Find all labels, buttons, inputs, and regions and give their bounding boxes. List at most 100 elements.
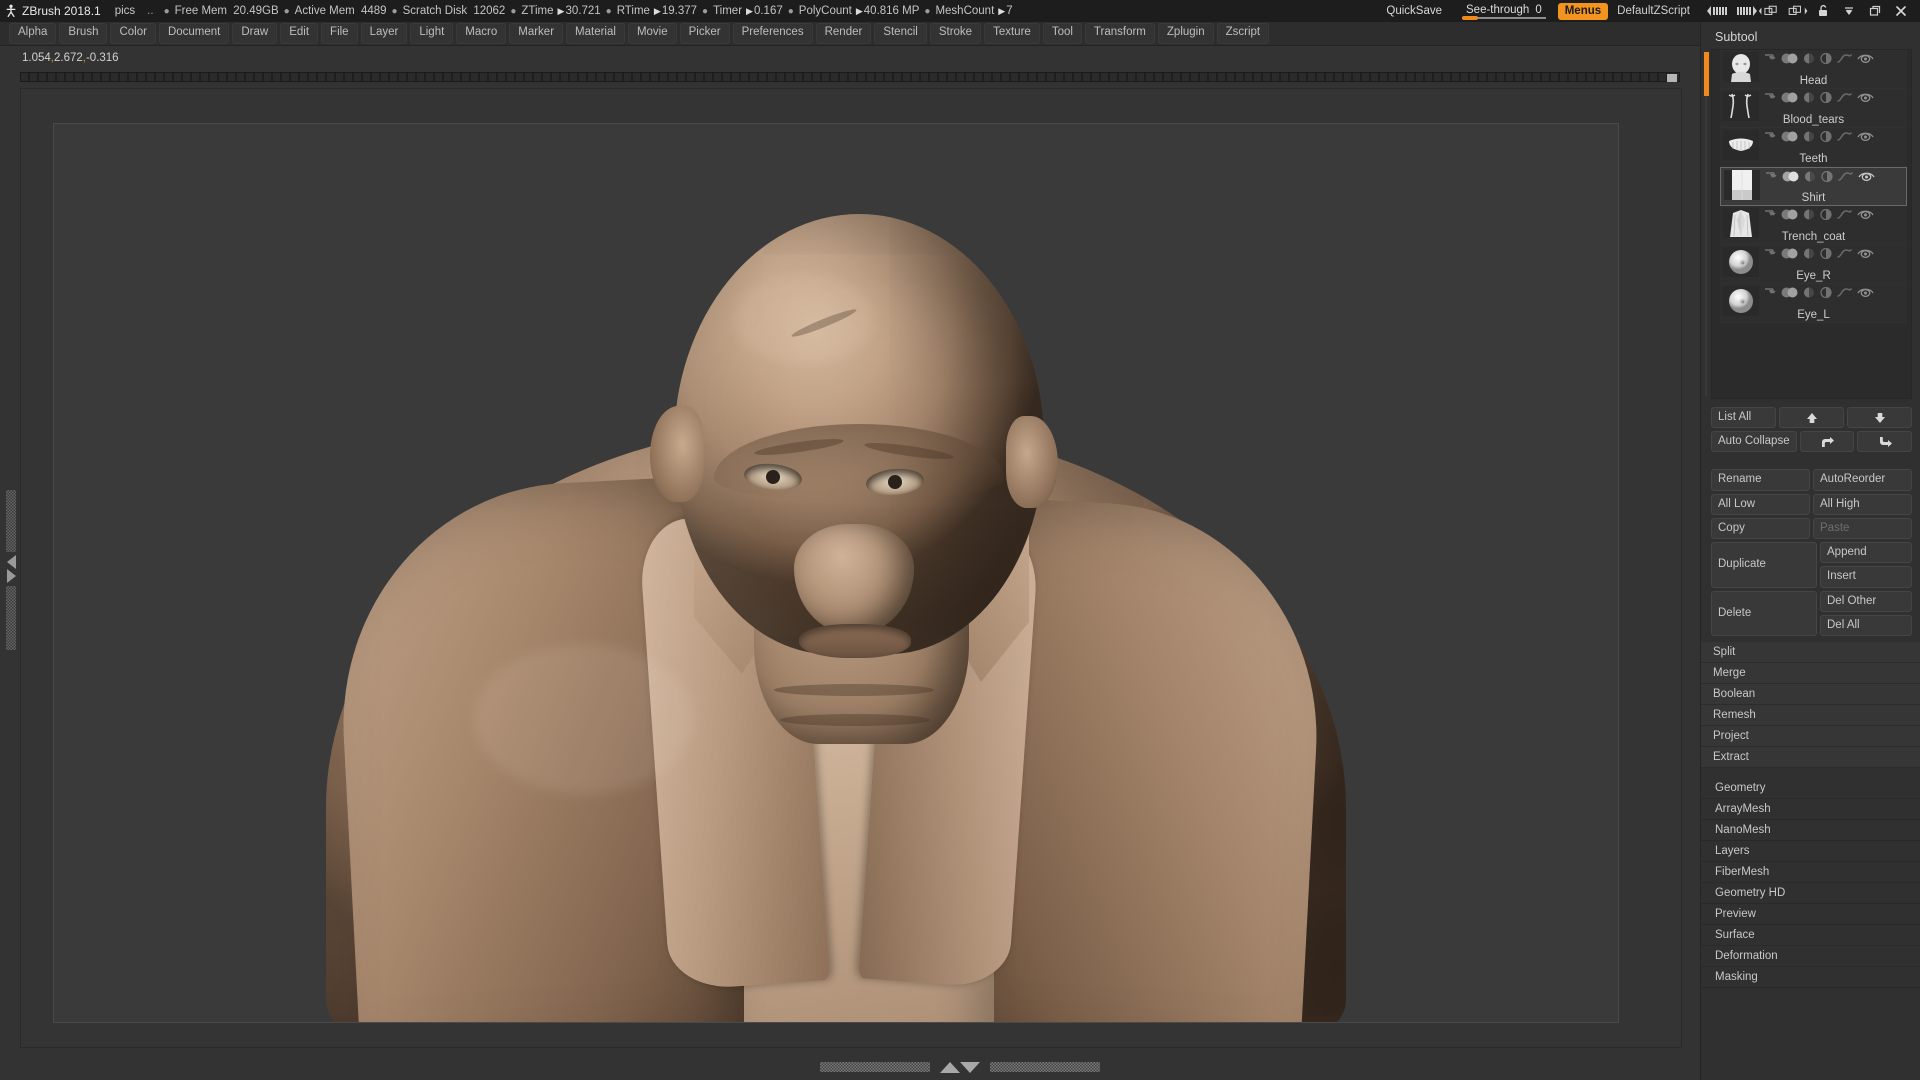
arrow-down-icon[interactable] bbox=[1764, 207, 1776, 225]
arrow-down-icon[interactable] bbox=[1764, 51, 1776, 69]
minimize-icon[interactable] bbox=[1836, 0, 1862, 22]
brush-stroke-icon[interactable] bbox=[1837, 51, 1852, 69]
close-icon[interactable] bbox=[1888, 0, 1914, 22]
tool-menu-layers[interactable]: Layers bbox=[1701, 840, 1920, 862]
brush-stroke-icon[interactable] bbox=[1837, 207, 1852, 225]
menu-item-draw[interactable]: Draw bbox=[232, 23, 278, 44]
menu-item-movie[interactable]: Movie bbox=[627, 23, 677, 44]
menu-item-light[interactable]: Light bbox=[410, 23, 454, 44]
menu-item-zscript[interactable]: Zscript bbox=[1216, 23, 1270, 44]
eye-icon[interactable] bbox=[1858, 169, 1875, 187]
menu-item-material[interactable]: Material bbox=[566, 23, 625, 44]
insert-button[interactable]: Insert bbox=[1820, 566, 1912, 588]
menu-item-marker[interactable]: Marker bbox=[509, 23, 564, 44]
maximize-restore-icon[interactable] bbox=[1862, 0, 1888, 22]
bottom-tray-arrows[interactable] bbox=[940, 1061, 980, 1073]
contrast-circle-icon[interactable] bbox=[1820, 246, 1832, 264]
subtool-list-box[interactable]: Head Blood_tears Teeth Shirt Trench_coat Eye_… bbox=[1704, 49, 1912, 399]
tool-menu-masking[interactable]: Masking bbox=[1701, 966, 1920, 988]
brush-stroke-icon[interactable] bbox=[1837, 129, 1852, 147]
arrow-down-icon[interactable] bbox=[1764, 129, 1776, 147]
document-viewport[interactable] bbox=[53, 123, 1619, 1023]
visibility-circles-icon[interactable] bbox=[1781, 129, 1798, 147]
subtool-item-teeth[interactable]: Teeth bbox=[1720, 128, 1907, 167]
menu-item-render[interactable]: Render bbox=[815, 23, 872, 44]
bottom-tray-toggle[interactable] bbox=[810, 1060, 1110, 1074]
move-up-button[interactable] bbox=[1779, 407, 1844, 429]
paste-button[interactable]: Paste bbox=[1813, 517, 1912, 540]
tray-arrow-right-icon[interactable] bbox=[6, 569, 16, 583]
half-circle-icon[interactable] bbox=[1804, 169, 1816, 187]
tool-menu-nanomesh[interactable]: NanoMesh bbox=[1701, 819, 1920, 841]
half-circle-icon[interactable] bbox=[1803, 246, 1815, 264]
visibility-circles-icon[interactable] bbox=[1782, 169, 1799, 187]
brush-stroke-icon[interactable] bbox=[1837, 246, 1852, 264]
auto-reorder-button[interactable]: AutoReorder bbox=[1813, 469, 1912, 491]
sculpt-model-character[interactable] bbox=[54, 124, 1618, 1022]
contrast-circle-icon[interactable] bbox=[1820, 207, 1832, 225]
menu-item-alpha[interactable]: Alpha bbox=[9, 23, 57, 44]
operation-merge[interactable]: Merge bbox=[1701, 662, 1920, 684]
eye-icon[interactable] bbox=[1857, 51, 1874, 69]
half-circle-icon[interactable] bbox=[1803, 285, 1815, 303]
half-circle-icon[interactable] bbox=[1803, 207, 1815, 225]
brush-stroke-icon[interactable] bbox=[1837, 90, 1852, 108]
scroll-left-icon[interactable] bbox=[1706, 0, 1732, 22]
menu-item-layer[interactable]: Layer bbox=[360, 23, 408, 44]
subtool-item-shirt[interactable]: Shirt bbox=[1720, 167, 1907, 206]
operation-remesh[interactable]: Remesh bbox=[1701, 704, 1920, 726]
quicksave-button[interactable]: QuickSave bbox=[1386, 5, 1442, 17]
eye-icon[interactable] bbox=[1857, 246, 1874, 264]
eye-icon[interactable] bbox=[1857, 207, 1874, 225]
tool-menu-deformation[interactable]: Deformation bbox=[1701, 945, 1920, 967]
menu-item-picker[interactable]: Picker bbox=[679, 23, 730, 44]
left-tray-arrows[interactable] bbox=[4, 552, 18, 586]
zscript-name[interactable]: DefaultZScript bbox=[1617, 5, 1690, 17]
arrow-down-icon[interactable] bbox=[1764, 90, 1776, 108]
move-in-button[interactable] bbox=[1799, 431, 1855, 453]
menu-item-stroke[interactable]: Stroke bbox=[929, 23, 982, 44]
operation-split[interactable]: Split bbox=[1701, 641, 1920, 663]
lock-icon[interactable] bbox=[1810, 0, 1836, 22]
arrow-down-icon[interactable] bbox=[1764, 246, 1776, 264]
subtool-scroll-thumb[interactable] bbox=[1704, 52, 1709, 96]
menu-item-brush[interactable]: Brush bbox=[59, 23, 108, 44]
menu-item-zplugin[interactable]: Zplugin bbox=[1157, 23, 1214, 44]
arrow-down-icon[interactable] bbox=[1764, 285, 1776, 303]
subtool-item-trench_coat[interactable]: Trench_coat bbox=[1720, 206, 1907, 245]
all-high-button[interactable]: All High bbox=[1813, 493, 1912, 515]
menu-item-tool[interactable]: Tool bbox=[1042, 23, 1082, 44]
scroll-right-icon[interactable] bbox=[1732, 0, 1758, 22]
menu-item-macro[interactable]: Macro bbox=[456, 23, 507, 44]
subtool-item-head[interactable]: Head bbox=[1720, 50, 1907, 89]
menu-item-edit[interactable]: Edit bbox=[280, 23, 319, 44]
left-tray-toggle[interactable] bbox=[4, 490, 18, 650]
copy-button[interactable]: Copy bbox=[1711, 517, 1810, 540]
subtool-item-blood_tears[interactable]: Blood_tears bbox=[1720, 89, 1907, 128]
brush-stroke-icon[interactable] bbox=[1838, 169, 1853, 187]
menu-item-document[interactable]: Document bbox=[158, 23, 230, 44]
eye-icon[interactable] bbox=[1857, 285, 1874, 303]
menu-item-color[interactable]: Color bbox=[110, 23, 156, 44]
contrast-circle-icon[interactable] bbox=[1821, 169, 1833, 187]
eye-icon[interactable] bbox=[1857, 129, 1874, 147]
shelf-handle[interactable] bbox=[1667, 74, 1677, 82]
operation-project[interactable]: Project bbox=[1701, 725, 1920, 747]
brush-stroke-icon[interactable] bbox=[1837, 285, 1852, 303]
tray-arrow-up-icon[interactable] bbox=[940, 1061, 960, 1073]
arrow-down-icon[interactable] bbox=[1765, 169, 1777, 187]
all-low-button[interactable]: All Low bbox=[1711, 493, 1810, 515]
tool-menu-arraymesh[interactable]: ArrayMesh bbox=[1701, 798, 1920, 820]
menus-button[interactable]: Menus bbox=[1557, 2, 1609, 20]
tool-menu-preview[interactable]: Preview bbox=[1701, 903, 1920, 925]
append-button[interactable]: Append bbox=[1820, 542, 1912, 564]
next-window-icon[interactable] bbox=[1784, 0, 1810, 22]
subtool-list[interactable]: Head Blood_tears Teeth Shirt Trench_coat Eye_… bbox=[1720, 50, 1907, 323]
eye-icon[interactable] bbox=[1857, 90, 1874, 108]
visibility-circles-icon[interactable] bbox=[1781, 51, 1798, 69]
move-down-button[interactable] bbox=[1847, 407, 1912, 429]
contrast-circle-icon[interactable] bbox=[1820, 285, 1832, 303]
menu-item-file[interactable]: File bbox=[321, 23, 358, 44]
del-all-button[interactable]: Del All bbox=[1820, 614, 1912, 636]
operation-boolean[interactable]: Boolean bbox=[1701, 683, 1920, 705]
